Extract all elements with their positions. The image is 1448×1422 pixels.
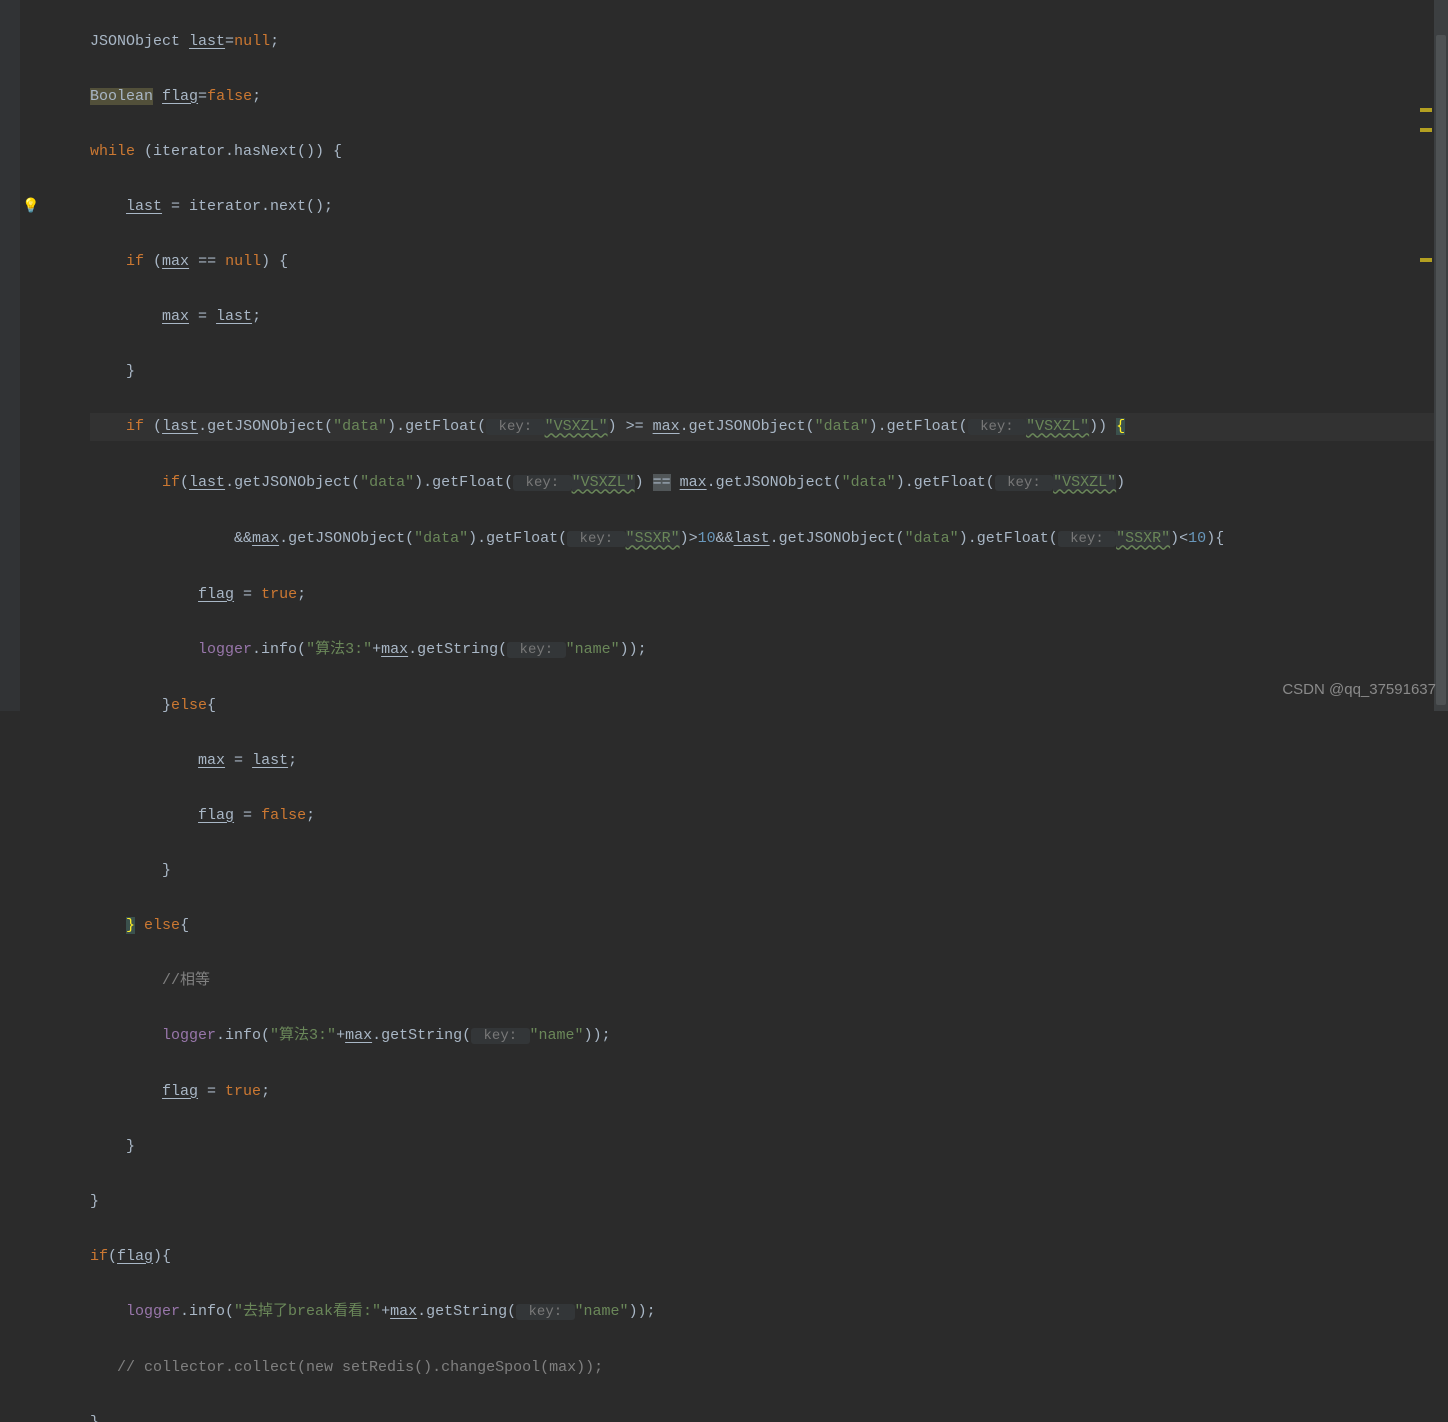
code-line-highlighted: if (last.getJSONObject("data").getFloat(… bbox=[90, 413, 1448, 442]
code-line: if (max == null) { bbox=[90, 248, 1448, 276]
code-line: } bbox=[90, 358, 1448, 386]
code-line: // collector.collect(new setRedis().chan… bbox=[90, 1354, 1448, 1382]
code-editor[interactable]: 💡 JSONObject last=null; Boolean flag=fal… bbox=[0, 0, 1448, 711]
watermark: CSDN @qq_37591637 bbox=[1282, 676, 1436, 704]
code-line: }else{ bbox=[90, 692, 1448, 720]
code-line: } bbox=[90, 1409, 1448, 1422]
gutter bbox=[0, 0, 20, 711]
code-line: JSONObject last=null; bbox=[90, 28, 1448, 56]
code-line: flag = true; bbox=[90, 1078, 1448, 1106]
scroll-marker[interactable] bbox=[1420, 128, 1432, 132]
code-content[interactable]: JSONObject last=null; Boolean flag=false… bbox=[20, 0, 1448, 711]
code-line: flag = false; bbox=[90, 802, 1448, 830]
code-line: //相等 bbox=[90, 967, 1448, 995]
code-line: flag = true; bbox=[90, 581, 1448, 609]
scroll-marker[interactable] bbox=[1420, 258, 1432, 262]
code-line: if(last.getJSONObject("data").getFloat( … bbox=[90, 469, 1448, 498]
code-line: } bbox=[90, 1133, 1448, 1161]
code-line: logger.info("算法3:"+max.getString( key: "… bbox=[90, 1022, 1448, 1051]
scrollbar-thumb[interactable] bbox=[1436, 35, 1446, 705]
code-line: } bbox=[90, 1188, 1448, 1216]
code-line: } else{ bbox=[90, 912, 1448, 940]
code-line: logger.info("去掉了break看看:"+max.getString(… bbox=[90, 1298, 1448, 1327]
code-line: Boolean flag=false; bbox=[90, 83, 1448, 111]
code-line: last = iterator.next(); bbox=[90, 193, 1448, 221]
code-line: while (iterator.hasNext()) { bbox=[90, 138, 1448, 166]
code-line: &&max.getJSONObject("data").getFloat( ke… bbox=[90, 525, 1448, 554]
lightbulb-icon[interactable]: 💡 bbox=[22, 194, 39, 222]
code-line: max = last; bbox=[90, 747, 1448, 775]
code-line: max = last; bbox=[90, 303, 1448, 331]
vertical-scrollbar[interactable] bbox=[1434, 0, 1448, 711]
scroll-marker[interactable] bbox=[1420, 108, 1432, 112]
code-line: } bbox=[90, 857, 1448, 885]
code-line: if(flag){ bbox=[90, 1243, 1448, 1271]
code-line: logger.info("算法3:"+max.getString( key: "… bbox=[90, 636, 1448, 665]
